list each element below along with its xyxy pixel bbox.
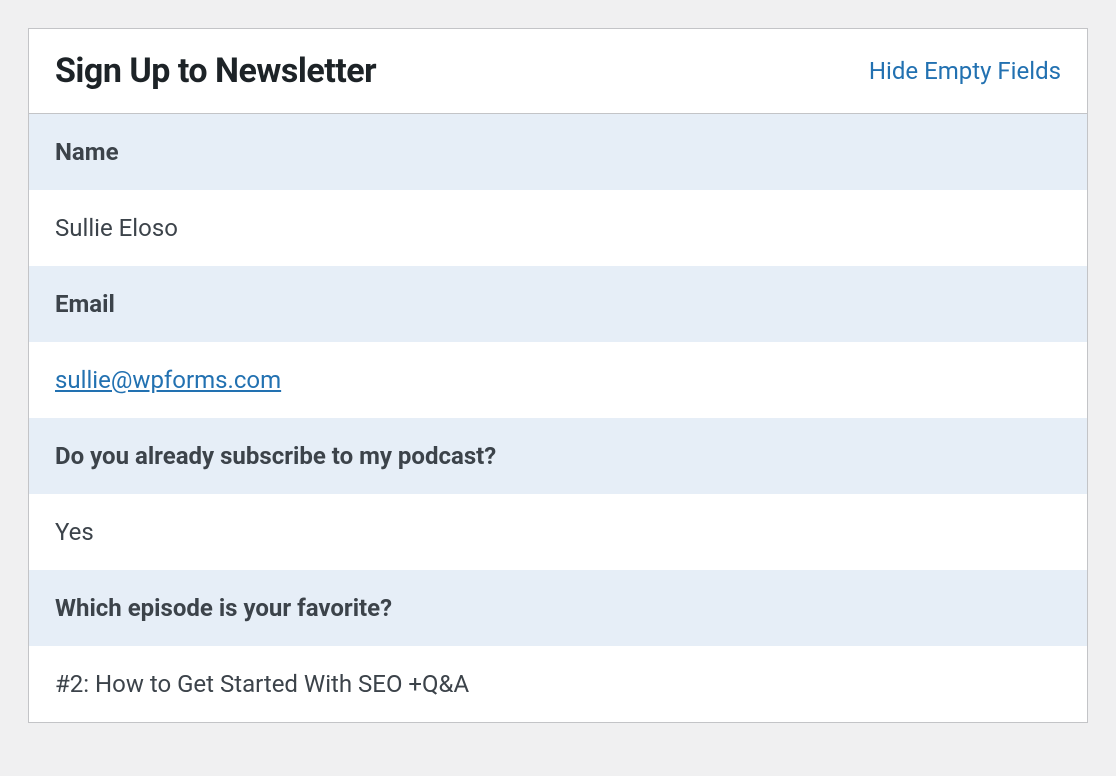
email-link[interactable]: sullie@wpforms.com bbox=[55, 366, 281, 394]
field-value-email: sullie@wpforms.com bbox=[29, 342, 1087, 418]
field-label-podcast: Do you already subscribe to my podcast? bbox=[29, 418, 1087, 494]
field-value-favorite: #2: How to Get Started With SEO +Q&A bbox=[29, 646, 1087, 722]
field-label-email: Email bbox=[29, 266, 1087, 342]
field-label-favorite: Which episode is your favorite? bbox=[29, 570, 1087, 646]
panel-header: Sign Up to Newsletter Hide Empty Fields bbox=[29, 29, 1087, 114]
panel-title: Sign Up to Newsletter bbox=[55, 51, 376, 91]
hide-empty-fields-link[interactable]: Hide Empty Fields bbox=[869, 57, 1061, 85]
entry-panel: Sign Up to Newsletter Hide Empty Fields … bbox=[28, 28, 1088, 723]
field-label-name: Name bbox=[29, 114, 1087, 190]
field-value-podcast: Yes bbox=[29, 494, 1087, 570]
field-value-name: Sullie Eloso bbox=[29, 190, 1087, 266]
